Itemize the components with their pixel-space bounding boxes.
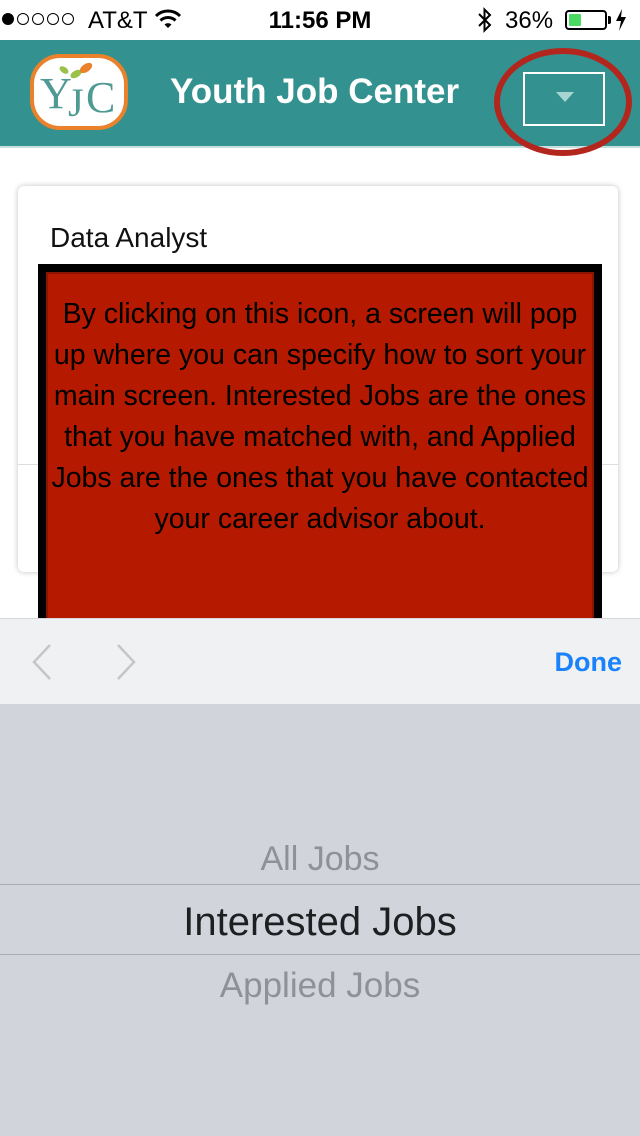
picker-option-interested-jobs[interactable]: Interested Jobs xyxy=(0,900,640,945)
battery-icon xyxy=(565,10,607,30)
job-title: Data Analyst xyxy=(50,222,208,253)
sort-picker[interactable]: All Jobs Interested Jobs Applied Jobs xyxy=(0,704,640,1136)
bluetooth-icon xyxy=(476,6,494,41)
yjc-logo: Y J C xyxy=(30,54,128,130)
picker-option-all-jobs[interactable]: All Jobs xyxy=(0,840,640,879)
picker-option-applied-jobs[interactable]: Applied Jobs xyxy=(0,966,640,1006)
battery-tip xyxy=(608,16,611,24)
picker-selection-line-top xyxy=(0,884,640,885)
nav-bar: Y J C Youth Job Center xyxy=(0,40,640,148)
tutorial-callout: By clicking on this icon, a screen will … xyxy=(38,264,602,636)
tutorial-text: By clicking on this icon, a screen will … xyxy=(51,298,589,535)
chevron-down-icon xyxy=(555,90,575,108)
svg-text:C: C xyxy=(86,73,115,122)
app-title: Youth Job Center xyxy=(170,72,460,111)
app-screen: AT&T 11:56 PM 36% Y J C Youth Job Center… xyxy=(0,0,640,1136)
picker-toolbar: Done xyxy=(0,618,640,705)
picker-selection-line-bottom xyxy=(0,954,640,955)
chevron-right-icon[interactable] xyxy=(114,643,138,686)
chevron-left-icon[interactable] xyxy=(30,643,54,686)
svg-text:Y: Y xyxy=(40,69,72,118)
svg-text:J: J xyxy=(68,80,84,125)
charging-icon xyxy=(615,8,627,39)
done-button[interactable]: Done xyxy=(555,647,623,678)
battery-level-fill xyxy=(569,14,582,26)
status-bar: AT&T 11:56 PM 36% xyxy=(0,0,640,40)
battery-percent: 36% xyxy=(505,7,554,34)
sort-dropdown-button[interactable] xyxy=(523,72,605,126)
